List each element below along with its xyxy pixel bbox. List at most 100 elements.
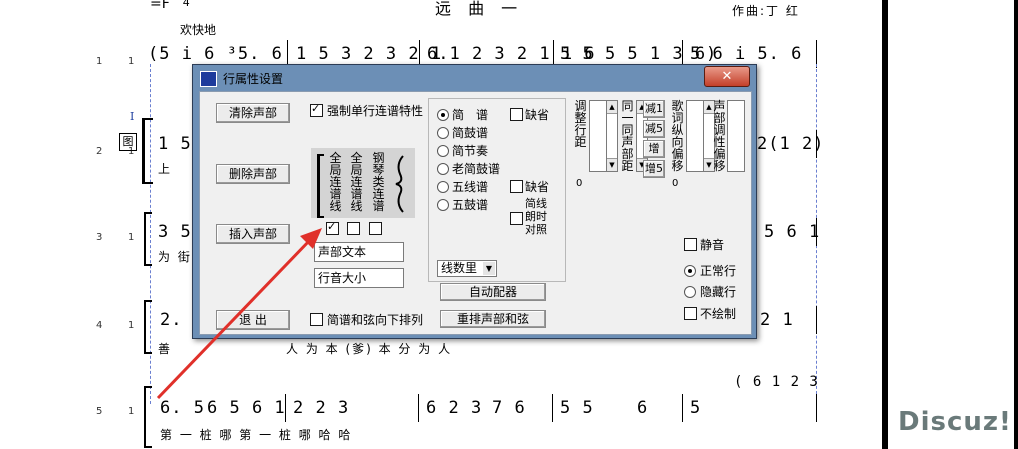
adjust-spacing-value[interactable]	[589, 100, 607, 172]
default-checkbox[interactable]	[510, 108, 523, 121]
stave-bottom-label: 简谱和弦向下排列	[327, 313, 424, 327]
brace-bracket-icon	[317, 154, 324, 218]
stave-compare-label: 简线朗时对照	[525, 197, 547, 236]
score-lyric: 上	[158, 162, 173, 176]
score-measure: 6 5 6 1	[207, 398, 286, 418]
radio-normal-line[interactable]	[684, 265, 696, 277]
score-measure: (5 i 6 ³5. 6	[148, 44, 283, 64]
force-slur-label: 强制单行连谱特性	[327, 104, 424, 118]
force-slur-checkbox[interactable]	[310, 102, 323, 117]
side-panel	[888, 0, 1014, 449]
score-measure: 6 2 3	[426, 398, 483, 418]
radio-staff-label: 五线谱	[452, 180, 489, 194]
radio-jianpu[interactable]	[437, 109, 449, 121]
reduce-1-button[interactable]: 减1	[643, 100, 665, 118]
stave-bottom-checkbox[interactable]	[310, 313, 323, 326]
radio-drum-staff-label: 五鼓谱	[452, 198, 489, 212]
spin-down-icon[interactable]: ▼	[607, 158, 617, 171]
voice-text-field[interactable]: 声部文本	[314, 242, 404, 262]
voice-offset-value[interactable]	[727, 100, 745, 172]
piano-slur-checkbox[interactable]	[369, 222, 382, 235]
radio-old-drum[interactable]	[437, 163, 449, 175]
radio-drum-jianpu[interactable]	[437, 127, 449, 139]
no-draw-checkbox[interactable]	[684, 307, 697, 320]
score-brace	[142, 118, 153, 184]
score-measure: 5	[690, 398, 702, 418]
line-number: 1	[128, 232, 135, 243]
dialog-body: 清除声部 删除声部 插入声部 退 出 强制单行连谱特性 全局连谱线 全局连谱线 …	[199, 91, 752, 335]
line-number: 1	[128, 320, 135, 331]
reduce-5-button[interactable]: 减5	[643, 120, 665, 138]
radio-normal-line-label: 正常行	[700, 264, 737, 278]
line-count-select[interactable]: 线数里 ▼	[437, 260, 497, 277]
radio-drum-jianpu-label: 简鼓谱	[452, 126, 489, 140]
lyric-offset-value[interactable]	[686, 100, 704, 172]
voice-marker: I	[130, 110, 135, 123]
stave-compare-checkbox[interactable]	[510, 212, 523, 225]
mute-label: 静音	[700, 238, 725, 252]
score-brace	[144, 212, 152, 266]
clear-voice-button[interactable]: 清除声部	[216, 103, 290, 123]
score-brace	[144, 386, 152, 448]
full-slur-line-checkbox[interactable]	[326, 220, 339, 235]
watermark-logo: Discuz!	[898, 407, 1012, 437]
lyric-offset-zero: 0	[672, 178, 679, 189]
score-lyric: 为 街	[158, 250, 192, 264]
radio-rhythm[interactable]	[437, 145, 449, 157]
voice-offset-label: 声部调性偏移	[713, 99, 726, 173]
dialog-title: 行属性设置	[223, 72, 284, 86]
score-measure: 6	[637, 398, 649, 418]
chevron-down-icon: ▼	[483, 262, 495, 275]
full-slur-label: 全局连谱线	[350, 151, 363, 213]
line-number: 1	[128, 56, 135, 67]
score-measure: 1 5 3 2 3 2 1	[296, 44, 443, 64]
score-lyric: 人 为 本 (爹) 本 分 为 人	[286, 342, 453, 356]
close-button[interactable]: ✕	[704, 66, 750, 87]
auto-chord-button[interactable]: 自动配器	[440, 283, 546, 301]
line-number: 5	[96, 406, 103, 417]
score-measure: 5 6 1	[764, 222, 821, 242]
piano-slur-label: 钢琴类连谱	[372, 151, 385, 213]
voice-box-marker: 图	[119, 133, 137, 151]
delete-voice-button[interactable]: 删除声部	[216, 164, 290, 184]
default-checkbox-2-label: 缺省	[525, 180, 550, 194]
score-tail: ( 6 1 2 3	[734, 374, 819, 390]
score-measure: 2 2 3	[293, 398, 350, 418]
score-author: 作曲:丁 红	[732, 4, 800, 18]
exit-button[interactable]: 退 出	[216, 310, 290, 330]
radio-drum-staff[interactable]	[437, 199, 449, 211]
rearrange-button[interactable]: 重排声部和弦	[440, 310, 546, 328]
increase-5-button[interactable]: 增5	[643, 160, 665, 178]
score-title: 远 曲 一	[435, 0, 524, 18]
radio-staff[interactable]	[437, 181, 449, 193]
line-properties-dialog[interactable]: 行属性设置 ✕ 清除声部 删除声部 插入声部 退 出 强制单行连谱特性 全局连谱…	[192, 64, 757, 339]
dialog-titlebar[interactable]: 行属性设置 ✕	[193, 65, 756, 91]
adjust-spacing-label: 调整行距	[574, 99, 587, 149]
score-measure: 2(1 2)	[757, 134, 825, 154]
score-measure: 7 6	[492, 398, 526, 418]
tempo-mark: 欢快地	[180, 23, 217, 37]
score-measure: 2.	[160, 310, 183, 330]
score-measure: 3 5	[158, 222, 192, 242]
increase-button[interactable]: 增	[643, 140, 665, 158]
score-measure: 6. 5	[160, 398, 205, 418]
tempo-meter: =F 4	[150, 0, 192, 12]
line-count-value: 线数里	[441, 261, 478, 275]
radio-old-drum-label: 老简鼓谱	[452, 162, 501, 176]
default-checkbox-2[interactable]	[510, 180, 523, 193]
adjust-spacing-zero: 0	[576, 178, 583, 189]
full-slur-checkbox[interactable]	[347, 222, 360, 235]
mute-checkbox[interactable]	[684, 238, 697, 251]
score-measure: 1 5	[158, 134, 192, 154]
spin-up-icon[interactable]: ▲	[607, 101, 617, 114]
line-number: 2	[96, 146, 103, 157]
line-size-field[interactable]: 行音大小	[314, 268, 404, 288]
no-draw-label: 不绘制	[700, 307, 737, 321]
app-icon	[200, 71, 217, 87]
line-number: 1	[128, 406, 135, 417]
score-brace	[144, 300, 152, 354]
adjust-spacing-spinner[interactable]: ▲ ▼	[606, 100, 618, 172]
insert-voice-button[interactable]: 插入声部	[216, 224, 290, 244]
radio-hidden-line[interactable]	[684, 286, 696, 298]
score-measure: 5 5	[560, 398, 594, 418]
